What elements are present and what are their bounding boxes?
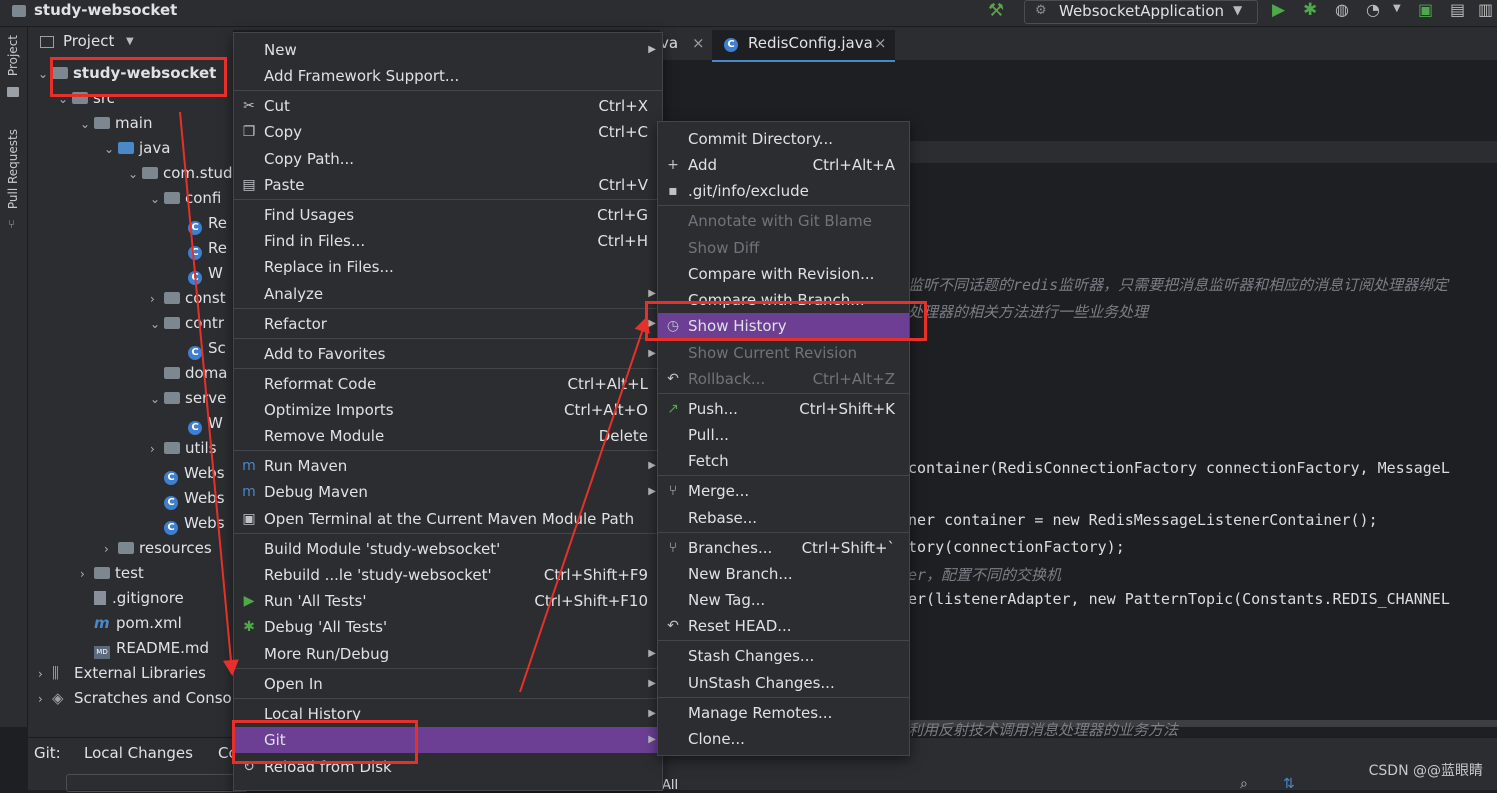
arrow-line bbox=[179, 111, 239, 676]
arrow-line bbox=[519, 316, 650, 693]
watermark: CSDN @@蓝眼睛 bbox=[1368, 763, 1483, 779]
annotation-arrows bbox=[179, 111, 650, 693]
